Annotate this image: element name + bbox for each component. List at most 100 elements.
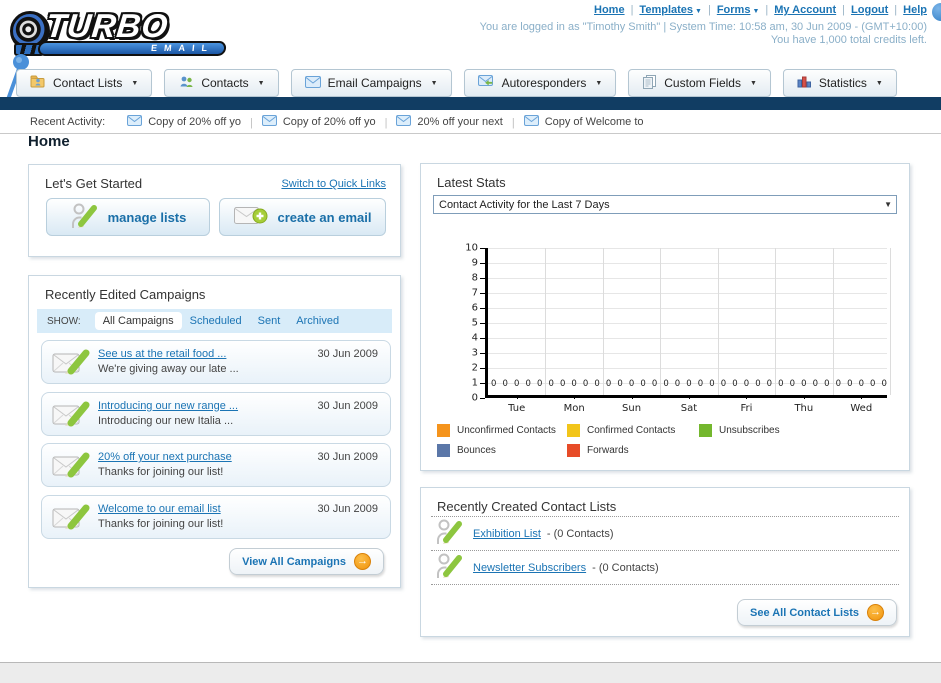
nav-tab-contact-lists[interactable]: Contact Lists ▼: [16, 69, 153, 97]
campaign-title-link[interactable]: See us at the retail food ...: [98, 348, 226, 360]
contact-lists-title: Recently Created Contact Lists: [437, 499, 617, 514]
header-link-home[interactable]: Home: [594, 4, 625, 16]
x-axis-label: Tue: [508, 403, 526, 414]
gridline: [660, 248, 662, 395]
data-label: 0: [594, 379, 600, 389]
campaign-title-link[interactable]: Introducing our new range ...: [98, 400, 238, 412]
data-label: 0: [514, 379, 520, 389]
recent-activity-item[interactable]: Copy of 20% off yo: [261, 114, 376, 129]
data-labels-row: 00000: [488, 379, 545, 389]
manage-lists-button[interactable]: manage lists: [46, 198, 210, 236]
contact-list-link[interactable]: Exhibition List: [473, 528, 541, 540]
latest-stats-title: Latest Stats: [437, 175, 506, 190]
y-axis-tick: [480, 353, 485, 354]
data-label: 0: [755, 379, 761, 389]
gridline: [488, 308, 887, 309]
y-axis-label: 7: [471, 287, 478, 299]
filter-tab-archived[interactable]: Archived: [288, 312, 347, 330]
view-all-campaigns-button[interactable]: View All Campaigns →: [229, 548, 384, 575]
y-axis-label: 3: [471, 347, 478, 359]
recent-activity-text: 20% off your next: [417, 115, 503, 128]
gridline: [488, 338, 887, 339]
separator: |: [707, 4, 711, 16]
gridline: [775, 248, 777, 395]
nav-tab-autoresponders[interactable]: Autoresponders ▼: [463, 69, 617, 97]
campaign-item[interactable]: Welcome to our email list Thanks for join…: [41, 494, 391, 539]
login-status-text: You are logged in as "Timothy Smith" | S…: [479, 21, 927, 33]
x-axis-tick: [516, 395, 518, 399]
y-axis-tick: [480, 368, 485, 369]
separator: |: [765, 4, 769, 16]
app-window: TURBO EMAIL Home | Templates ▼ | Forms ▼ | My Ac…: [0, 0, 941, 683]
recent-activity-item[interactable]: Copy of Welcome to: [523, 114, 644, 129]
campaign-item[interactable]: Introducing our new range ... Introducing…: [41, 391, 391, 436]
envelope-icon: [261, 114, 277, 129]
chevron-down-icon: ▼: [752, 8, 760, 15]
legend-label: Unsubscribes: [719, 425, 780, 436]
chevron-down-icon: ▼: [749, 79, 757, 87]
x-axis-label: Fri: [740, 403, 753, 414]
create-email-button[interactable]: create an email: [219, 198, 386, 236]
nav-tab-custom-fields[interactable]: Custom Fields ▼: [628, 69, 771, 97]
campaign-item[interactable]: 20% off your next purchase Thanks for joi…: [41, 443, 391, 487]
recent-activity-label: Recent Activity:: [30, 115, 106, 128]
chart-plot-area: 0 1 2 3 4 5 6 7 8 9 10 0 0 0 0 0 Tue 0 0 0 0 0 Mon 0 0 0 0 0 Sun 0 0 0 0…: [465, 243, 891, 414]
campaign-subtitle: We're giving away our late ...: [98, 363, 239, 375]
turbo-email-logo: TURBO EMAIL: [8, 5, 238, 63]
separator: |: [894, 4, 898, 16]
nav-tab-email-campaigns[interactable]: Email Campaigns ▼: [290, 69, 452, 97]
person-pencil-icon: [435, 518, 463, 549]
nav-tab-statistics[interactable]: Statistics ▼: [782, 69, 897, 97]
data-label: 0: [743, 379, 750, 389]
data-label: 0: [720, 379, 727, 389]
campaign-item[interactable]: See us at the retail food ... We're givin…: [41, 340, 391, 384]
page-title: Home: [28, 133, 70, 150]
custom-fields-icon: [642, 74, 657, 92]
see-all-contact-lists-button[interactable]: See All Contact Lists →: [736, 599, 897, 626]
stats-period-dropdown[interactable]: Contact Activity for the Last 7 Days ▼: [433, 195, 897, 214]
contact-list-item[interactable]: Exhibition List - (0 Contacts): [431, 517, 899, 551]
contact-list-item[interactable]: Newsletter Subscribers - (0 Contacts): [431, 551, 899, 585]
data-label: 0: [525, 379, 531, 389]
filter-tab-all-campaigns[interactable]: All Campaigns: [94, 312, 182, 330]
legend-swatch: [437, 424, 450, 437]
envelope-pencil-icon: [52, 452, 90, 486]
campaign-title-link[interactable]: 20% off your next purchase: [98, 451, 232, 463]
campaign-title-link[interactable]: Welcome to our email list: [98, 503, 221, 515]
recent-activity-item[interactable]: 20% off your next: [396, 114, 503, 129]
switch-to-quick-links[interactable]: Switch to Quick Links: [281, 178, 386, 190]
header-link-templates[interactable]: Templates: [639, 4, 693, 16]
nav-tab-label: Statistics: [818, 76, 867, 90]
campaigns-filter-bar: SHOW: All Campaigns Scheduled Sent Archived: [37, 309, 392, 333]
separator: |: [630, 4, 634, 16]
data-label: 0: [582, 379, 589, 389]
header-link-my-account[interactable]: My Account: [774, 4, 836, 16]
contact-list-link[interactable]: Newsletter Subscribers: [473, 562, 586, 574]
legend-swatch: [567, 444, 580, 457]
recent-activity-text: Copy of Welcome to: [544, 115, 644, 128]
filter-tab-scheduled[interactable]: Scheduled: [182, 312, 250, 330]
show-label: SHOW:: [47, 315, 81, 327]
gridline: [717, 248, 719, 395]
recent-activity-item[interactable]: Copy of 20% off yo: [127, 114, 241, 129]
gridline: [488, 263, 887, 264]
help-bubble-icon[interactable]: [932, 3, 941, 21]
nav-tab-label: Contact Lists: [53, 76, 123, 90]
header-link-forms[interactable]: Forms: [717, 4, 751, 16]
nav-tab-contacts[interactable]: Contacts ▼: [164, 69, 279, 97]
y-axis-label: 10: [465, 242, 478, 254]
legend-item: Unconfirmed Contacts: [437, 424, 567, 437]
data-label: 0: [617, 379, 623, 389]
filter-tab-sent[interactable]: Sent: [250, 312, 289, 330]
data-label: 0: [686, 379, 692, 389]
get-started-panel: Let's Get Started Switch to Quick Links …: [28, 164, 401, 257]
nav-tab-label: Email Campaigns: [327, 76, 422, 90]
chevron-down-icon: ▼: [884, 200, 892, 209]
get-started-title: Let's Get Started: [45, 176, 143, 191]
gridline: [488, 323, 887, 324]
y-axis-tick: [480, 383, 485, 384]
header-link-help[interactable]: Help: [903, 4, 927, 16]
chevron-down-icon: ▼: [131, 79, 139, 87]
header-link-logout[interactable]: Logout: [851, 4, 888, 16]
envelope-icon: [523, 114, 539, 129]
